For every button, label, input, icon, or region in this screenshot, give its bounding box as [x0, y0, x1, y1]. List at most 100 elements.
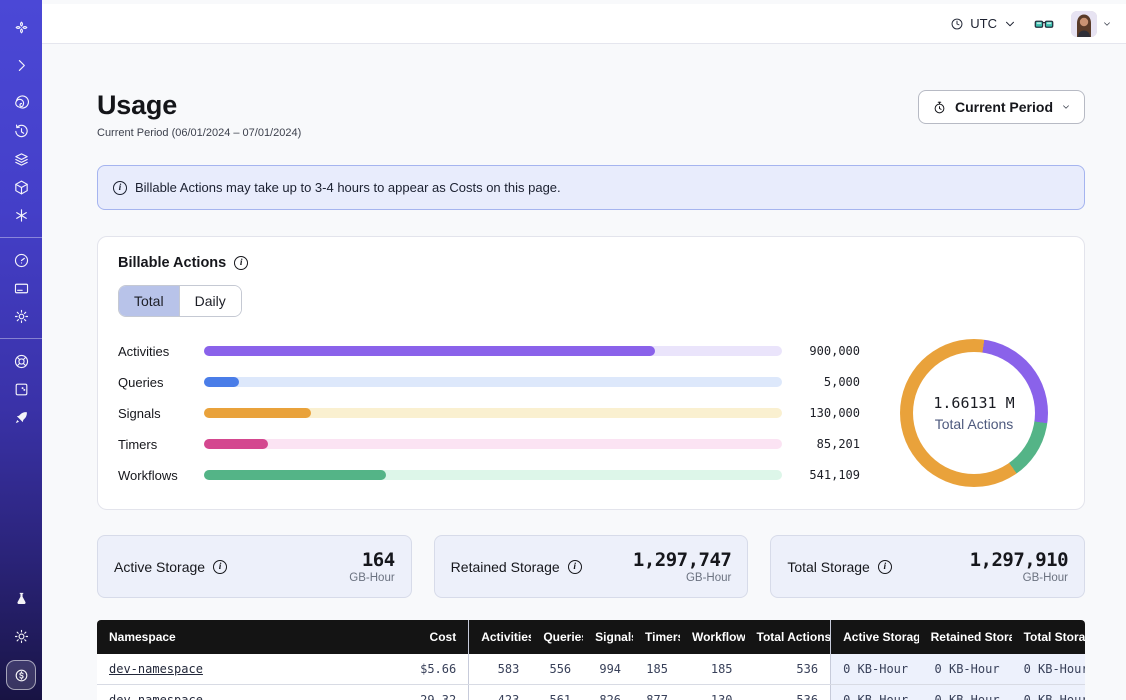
- cell-retained_storage: 0 KB-Hour: [919, 685, 1012, 700]
- bar-value: 85,201: [796, 437, 860, 451]
- info-banner-text: Billable Actions may take up to 3-4 hour…: [135, 180, 561, 195]
- bar-fill: [204, 377, 239, 387]
- donut-center-label: Total Actions: [935, 416, 1014, 432]
- active-storage-card: Active Storage i 164 GB-Hour: [97, 535, 412, 598]
- timezone-label: UTC: [970, 16, 997, 31]
- page-title: Usage: [97, 90, 301, 121]
- layers-icon[interactable]: [7, 145, 35, 173]
- info-icon: i: [113, 181, 127, 195]
- lifebuoy-support-icon[interactable]: [7, 347, 35, 375]
- bar-label: Workflows: [118, 468, 190, 483]
- flask-lab-icon[interactable]: [7, 584, 35, 612]
- column-header-workflows: Workflows: [680, 620, 745, 654]
- cell-total_actions: 536: [745, 685, 831, 700]
- cell-workflows: 130: [680, 685, 745, 700]
- info-banner: i Billable Actions may take up to 3-4 ho…: [97, 165, 1085, 210]
- expand-chevron-icon[interactable]: [7, 51, 35, 79]
- period-selector-button[interactable]: Current Period: [918, 90, 1085, 124]
- info-icon[interactable]: i: [234, 256, 248, 270]
- table-row: dev-namespace$5.665835569941851855360 KB…: [97, 654, 1085, 685]
- total-storage-unit: GB-Hour: [970, 572, 1068, 584]
- namespace-link[interactable]: dev-namespace: [109, 693, 203, 700]
- bar-track: [204, 439, 782, 449]
- active-storage-value: 164: [349, 549, 394, 571]
- page-subtitle: Current Period (06/01/2024 – 07/01/2024): [97, 127, 301, 139]
- info-icon[interactable]: i: [213, 560, 227, 574]
- usage-page: Usage Current Period (06/01/2024 – 07/01…: [42, 44, 1126, 700]
- bar-fill: [204, 470, 386, 480]
- spiral-namespaces-icon[interactable]: [7, 89, 35, 117]
- tab-daily[interactable]: Daily: [179, 286, 241, 316]
- cell-queries: 556: [531, 654, 583, 685]
- cell-namespace: dev-namespace: [97, 654, 381, 685]
- rocket-icon[interactable]: [7, 403, 35, 431]
- user-avatar: [1071, 11, 1097, 37]
- cell-cost: $5.66: [381, 654, 469, 685]
- retained-storage-label: Retained Storage: [451, 559, 560, 575]
- temporal-logo[interactable]: [7, 13, 35, 41]
- bar-value: 900,000: [796, 344, 860, 358]
- bar-row-signals: Signals130,000: [118, 406, 860, 421]
- bar-value: 541,109: [796, 468, 860, 482]
- table-row: dev-namespace29.324235618268771305360 KB…: [97, 685, 1085, 700]
- clock-icon: [950, 17, 964, 31]
- gauge-usage-icon[interactable]: [7, 246, 35, 274]
- bar-value: 5,000: [796, 375, 860, 389]
- cell-timers: 877: [633, 685, 680, 700]
- column-header-namespace: Namespace: [97, 620, 381, 654]
- cube-icon[interactable]: [7, 173, 35, 201]
- bar-label: Queries: [118, 375, 190, 390]
- table-header-row: NamespaceCostActivitiesQueriesSignalsTim…: [97, 620, 1085, 654]
- bar-track: [204, 470, 782, 480]
- billable-actions-title: Billable Actions: [118, 255, 226, 271]
- cell-active_storage: 0 KB-Hour: [831, 654, 919, 685]
- sun-theme-icon[interactable]: [7, 622, 35, 650]
- total-storage-card: Total Storage i 1,297,910 GB-Hour: [770, 535, 1085, 598]
- cell-timers: 185: [633, 654, 680, 685]
- glasses-icon[interactable]: [1033, 13, 1055, 35]
- credit-card-icon[interactable]: [7, 274, 35, 302]
- info-icon[interactable]: i: [568, 560, 582, 574]
- cell-signals: 826: [583, 685, 633, 700]
- sidebar: [0, 0, 42, 700]
- column-header-timers: Timers: [633, 620, 680, 654]
- namespace-usage-table: NamespaceCostActivitiesQueriesSignalsTim…: [97, 620, 1085, 700]
- tab-total[interactable]: Total: [119, 286, 179, 316]
- account-menu[interactable]: [1071, 11, 1112, 37]
- bar-value: 130,000: [796, 406, 860, 420]
- column-header-total_storage: Total Storage: [1012, 620, 1085, 654]
- total-storage-value: 1,297,910: [970, 549, 1068, 571]
- total-storage-label: Total Storage: [787, 559, 870, 575]
- dollar-coin-icon[interactable]: [6, 660, 36, 690]
- stopwatch-icon: [932, 100, 947, 115]
- journal-feedback-icon[interactable]: [7, 375, 35, 403]
- cell-active_storage: 0 KB-Hour: [831, 685, 919, 700]
- asterisk-icon[interactable]: [7, 201, 35, 229]
- cell-retained_storage: 0 KB-Hour: [919, 654, 1012, 685]
- info-icon[interactable]: i: [878, 560, 892, 574]
- main-area: UTC Usage Current Period (06/01/2024 – 0…: [42, 0, 1126, 700]
- retained-storage-card: Retained Storage i 1,297,747 GB-Hour: [434, 535, 749, 598]
- donut-center-value: 1.66131 M: [933, 394, 1014, 412]
- cell-queries: 561: [531, 685, 583, 700]
- retained-storage-value: 1,297,747: [633, 549, 731, 571]
- history-clock-icon[interactable]: [7, 117, 35, 145]
- column-header-active_storage: Active Storage: [831, 620, 919, 654]
- active-storage-label: Active Storage: [114, 559, 205, 575]
- cell-total_storage: 0 KB-Hour: [1012, 654, 1085, 685]
- billable-view-toggle: Total Daily: [118, 285, 242, 317]
- gear-settings-icon[interactable]: [7, 302, 35, 330]
- bar-track: [204, 377, 782, 387]
- namespace-link[interactable]: dev-namespace: [109, 662, 203, 676]
- retained-storage-unit: GB-Hour: [633, 572, 731, 584]
- total-actions-donut-chart: 1.66131 M Total Actions: [900, 339, 1048, 487]
- column-header-cost: Cost: [381, 620, 469, 654]
- chevron-down-icon: [1003, 17, 1017, 31]
- storage-summary-row: Active Storage i 164 GB-Hour Retained St…: [97, 535, 1085, 598]
- chevron-down-icon: [1061, 102, 1071, 112]
- timezone-selector[interactable]: UTC: [950, 16, 1017, 31]
- chevron-down-icon: [1102, 19, 1112, 29]
- bar-row-activities: Activities900,000: [118, 344, 860, 359]
- bar-fill: [204, 346, 655, 356]
- cell-total_actions: 536: [745, 654, 831, 685]
